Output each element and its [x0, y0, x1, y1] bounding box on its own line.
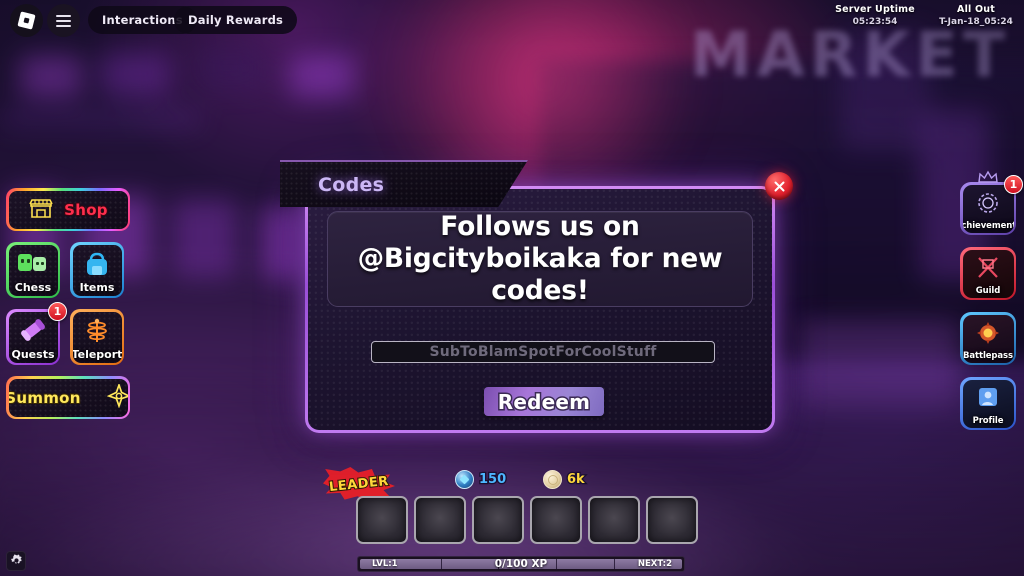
- all-out-label: All Out: [957, 4, 995, 15]
- coins-value: 6k: [566, 471, 586, 489]
- sparkle-star-icon: [106, 381, 128, 412]
- teleport-button[interactable]: Teleport: [70, 309, 124, 365]
- coin-icon: [543, 470, 562, 489]
- server-uptime: Server Uptime 05:23:54: [820, 4, 930, 27]
- hotbar-slot[interactable]: [356, 496, 408, 544]
- right-button-rail: 1 Achievements Guild Battlepass: [960, 170, 1023, 442]
- xp-progress-label: 0/100 XP: [494, 559, 548, 569]
- shop-button[interactable]: Shop: [6, 188, 130, 231]
- roblox-logo-icon[interactable]: [10, 4, 43, 37]
- teleport-tower-icon: [73, 317, 122, 345]
- teleport-label: Teleport: [72, 347, 122, 361]
- guild-button[interactable]: Guild: [960, 247, 1016, 300]
- all-out-timer: All Out T-Jan-18_05:24: [930, 4, 1022, 27]
- battlepass-label: Battlepass: [963, 350, 1013, 361]
- redeem-label: Redeem: [496, 388, 591, 415]
- person-card-icon: [963, 385, 1014, 409]
- chess-label: Chess: [14, 280, 52, 294]
- achievements-badge: 1: [1004, 175, 1023, 194]
- crown-icon: [977, 169, 999, 188]
- server-uptime-label: Server Uptime: [835, 4, 915, 15]
- hotbar: [356, 496, 698, 544]
- gem-icon: [455, 470, 474, 489]
- server-uptime-value: 05:23:54: [852, 17, 898, 27]
- xp-bar: LVL:1 0/100 XP NEXT:2: [357, 556, 685, 572]
- hotbar-slot[interactable]: [588, 496, 640, 544]
- codes-modal-body: Follows us on @Bigcityboikaka for new co…: [308, 189, 772, 430]
- chess-characters-icon: [9, 250, 58, 276]
- all-out-value: T-Jan-18_05:24: [939, 17, 1013, 27]
- left-button-rail: Shop Chess Items 1 Quests Teleport Summo…: [6, 188, 130, 430]
- coins-counter[interactable]: 6k: [543, 470, 586, 489]
- summon-label: Summon: [8, 388, 82, 408]
- backpack-icon: [73, 250, 122, 278]
- codes-message-panel: Follows us on @Bigcityboikaka for new co…: [327, 211, 753, 307]
- crossed-swords-icon: [963, 255, 1014, 281]
- left-rail-row-2: 1 Quests Teleport: [6, 302, 130, 365]
- shop-label: Shop: [63, 200, 108, 220]
- daily-rewards-button[interactable]: Daily Rewards: [174, 6, 298, 34]
- left-rail-row-1: Chess Items: [6, 242, 130, 298]
- xp-next-label: NEXT:2: [637, 559, 672, 569]
- codes-modal: Follows us on @Bigcityboikaka for new co…: [280, 160, 793, 433]
- codes-modal-frame: Follows us on @Bigcityboikaka for new co…: [305, 186, 775, 433]
- gems-counter[interactable]: 150: [455, 470, 508, 489]
- battlepass-button[interactable]: Battlepass: [960, 312, 1016, 365]
- redeem-button[interactable]: Redeem: [484, 387, 604, 416]
- scroll-icon: [9, 317, 58, 343]
- hotbar-slot[interactable]: [646, 496, 698, 544]
- medal-icon: [963, 320, 1014, 346]
- page-title: Codes: [318, 173, 385, 196]
- codes-title-tab: Codes: [280, 160, 528, 207]
- guild-label: Guild: [975, 285, 1001, 296]
- items-label: Items: [79, 280, 115, 294]
- quests-badge: 1: [48, 302, 67, 321]
- chess-button[interactable]: Chess: [6, 242, 60, 298]
- quests-label: Quests: [11, 347, 55, 361]
- codes-message: Follows us on @Bigcityboikaka for new co…: [357, 210, 723, 307]
- hamburger-menu-icon[interactable]: [47, 4, 80, 37]
- settings-button[interactable]: [6, 551, 26, 571]
- top-bar: Interactions Daily Rewards Server Uptime…: [0, 0, 1024, 40]
- items-button[interactable]: Items: [70, 242, 124, 298]
- gems-value: 150: [478, 471, 508, 489]
- achievements-button[interactable]: 1 Achievements: [960, 170, 1023, 235]
- hotbar-slot[interactable]: [530, 496, 582, 544]
- hotbar-slot[interactable]: [414, 496, 466, 544]
- gear-icon: [10, 552, 23, 571]
- laurel-wreath-icon: [963, 190, 1014, 216]
- shop-stall-icon: [28, 197, 54, 223]
- achievements-label: Achievements: [962, 220, 1014, 231]
- profile-button[interactable]: Profile: [960, 377, 1016, 430]
- hotbar-slot[interactable]: [472, 496, 524, 544]
- code-input[interactable]: SubToBlamSpotForCoolStuff: [371, 341, 715, 363]
- quests-button[interactable]: 1 Quests: [6, 302, 67, 365]
- xp-track: LVL:1 0/100 XP NEXT:2: [360, 559, 682, 569]
- leader-badge[interactable]: LEADER: [323, 467, 395, 501]
- profile-label: Profile: [972, 415, 1004, 426]
- summon-button[interactable]: Summon: [6, 376, 130, 419]
- close-icon[interactable]: [765, 172, 793, 200]
- game-screen: MARKET Interactions Daily Rewards Server…: [0, 0, 1024, 576]
